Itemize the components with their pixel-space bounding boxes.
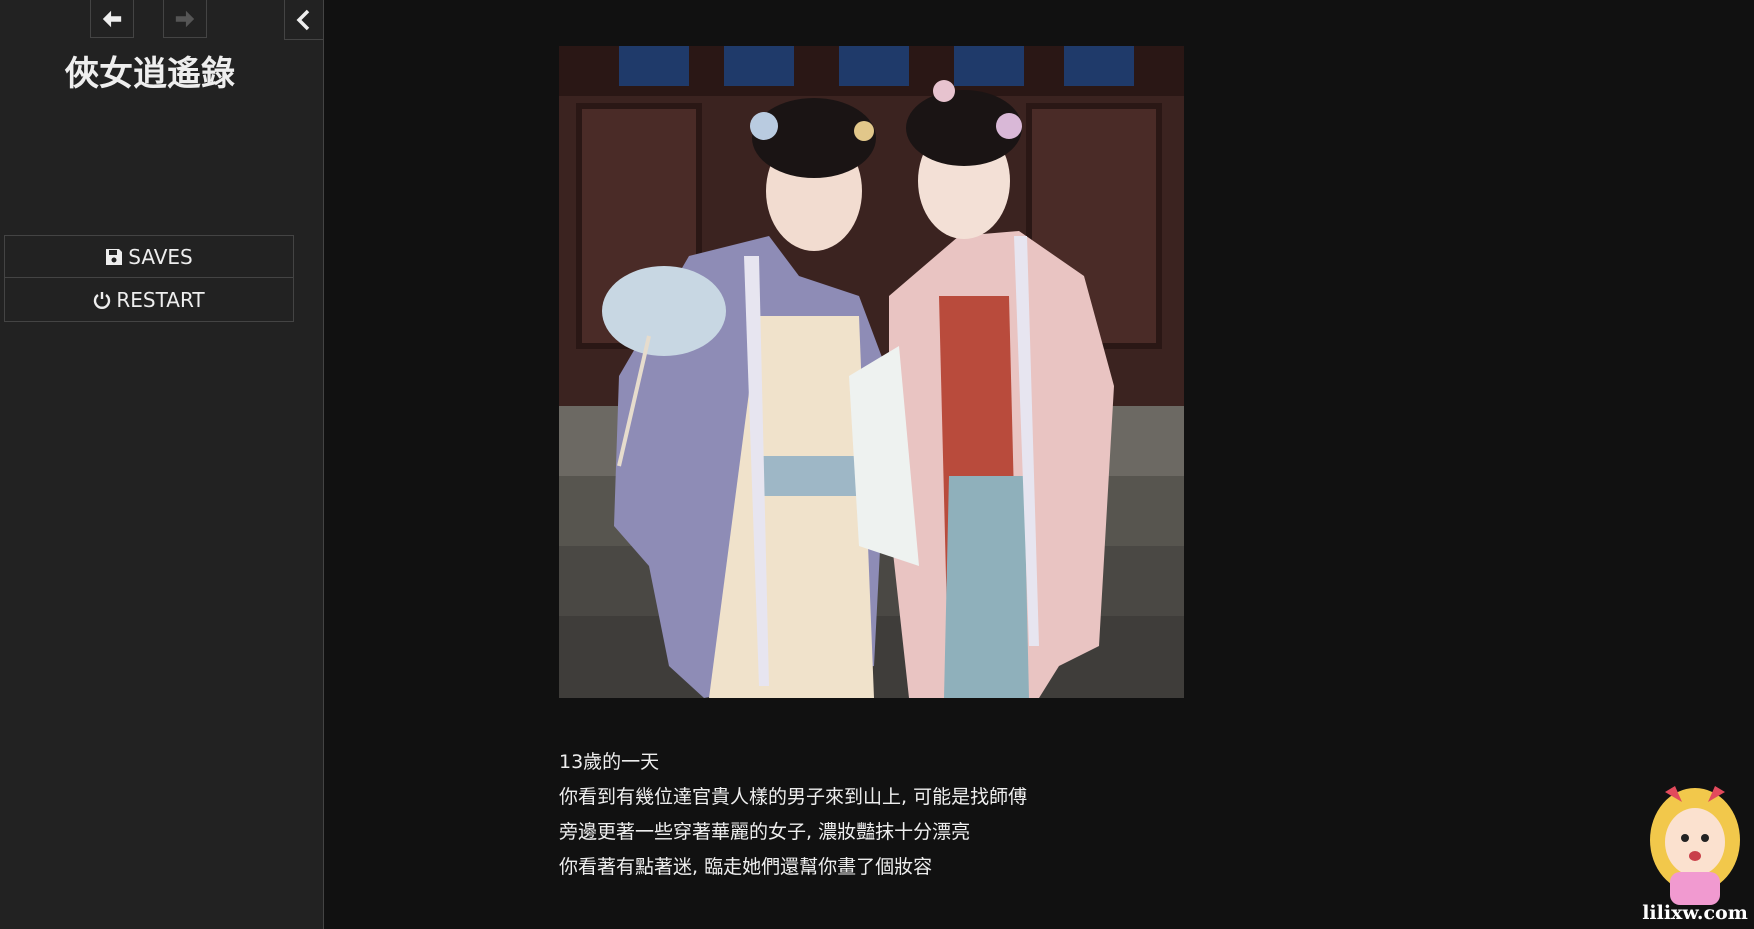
- passage-line: 你看著有點著迷, 臨走她們還幫你畫了個妝容: [559, 856, 933, 878]
- watermark-mascot-icon: [1650, 786, 1740, 905]
- sidebar: 俠女逍遙錄 SAVES RESTART: [0, 0, 324, 929]
- chevron-left-icon: [296, 9, 310, 30]
- watermark: lilixw.com: [1640, 780, 1750, 929]
- passage-line: 13歲的一天: [559, 751, 660, 773]
- sidebar-menu: SAVES RESTART: [4, 235, 294, 322]
- restart-button[interactable]: RESTART: [4, 278, 294, 322]
- floppy-disk-icon: [106, 248, 123, 265]
- arrow-left-icon: [102, 10, 122, 27]
- saves-button[interactable]: SAVES: [4, 235, 294, 278]
- passage-line: 你看到有幾位達官貴人樣的男子來到山上, 可能是找師傅: [559, 786, 1028, 808]
- arrow-right-icon: [175, 10, 195, 27]
- power-icon: [94, 291, 111, 309]
- story-title: 俠女逍遙錄: [65, 54, 235, 94]
- history-forward-button[interactable]: [163, 0, 207, 38]
- passage-image: [559, 46, 1184, 698]
- saves-label: SAVES: [128, 244, 193, 269]
- passage-line: 旁邊更著一些穿著華麗的女子, 濃妝豔抹十分漂亮: [559, 821, 971, 843]
- watermark-text: lilixw.com: [1642, 902, 1748, 924]
- restart-label: RESTART: [116, 287, 205, 312]
- passage-text: 13歲的一天 你看到有幾位達官貴人樣的男子來到山上, 可能是找師傅 旁邊更著一些…: [559, 745, 1259, 885]
- sidebar-toggle-button[interactable]: [284, 0, 324, 40]
- history-back-button[interactable]: [90, 0, 134, 38]
